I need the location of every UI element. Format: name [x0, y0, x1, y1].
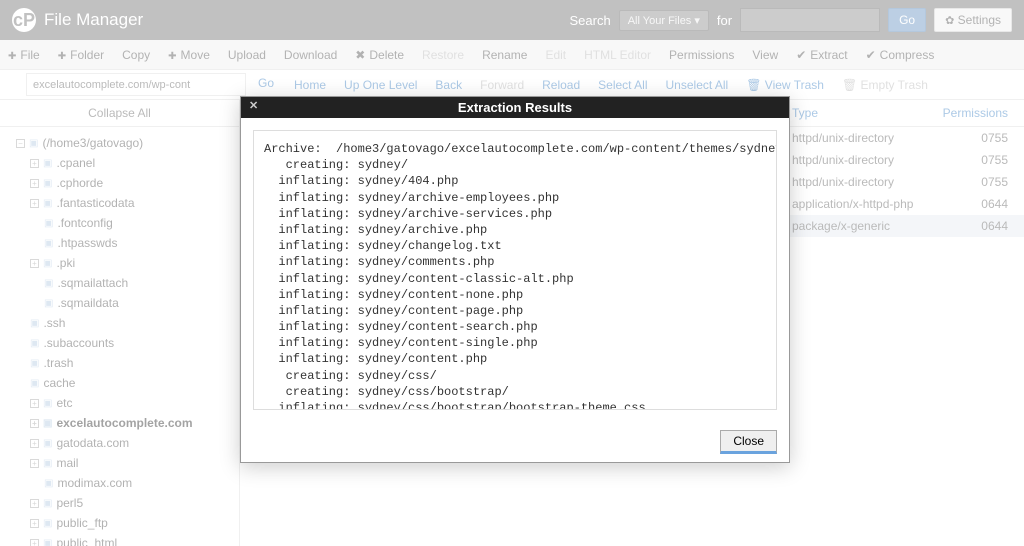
extraction-output: Archive: /home3/gatovago/excelautocomple…: [253, 130, 777, 410]
close-button[interactable]: Close: [720, 430, 777, 454]
extraction-log: Archive: /home3/gatovago/excelautocomple…: [264, 141, 766, 410]
extraction-results-dialog: ✕ Extraction Results Archive: /home3/gat…: [240, 96, 790, 463]
dialog-close-icon[interactable]: ✕: [249, 99, 258, 112]
dialog-title: ✕ Extraction Results: [241, 97, 789, 118]
